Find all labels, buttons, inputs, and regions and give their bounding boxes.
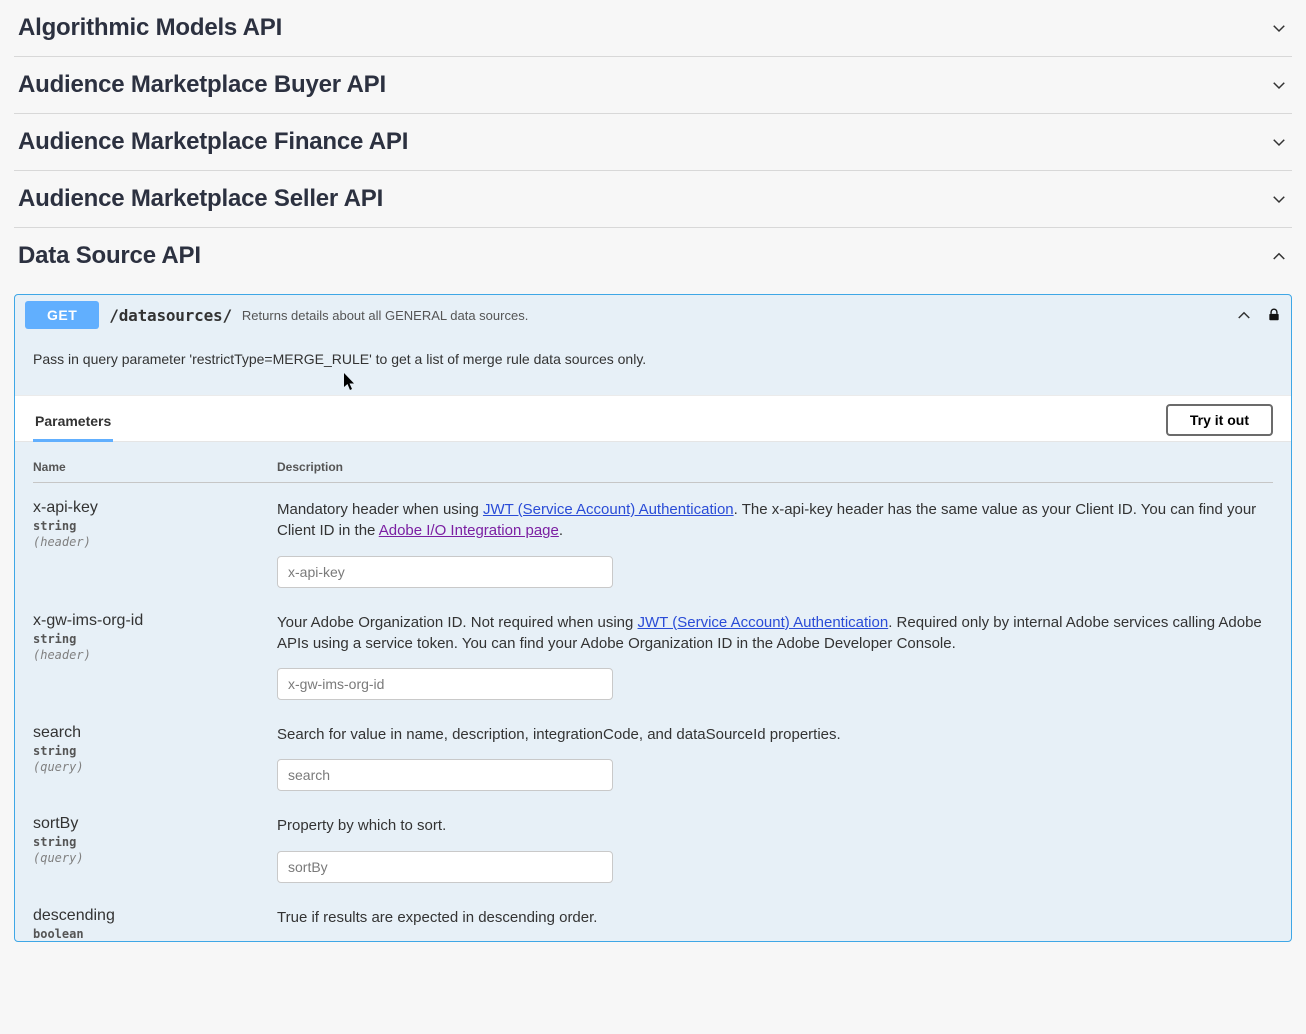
cursor-icon: [344, 373, 356, 392]
param-type: boolean: [33, 927, 277, 941]
sortby-input[interactable]: [277, 851, 613, 883]
x-gw-ims-org-id-input[interactable]: [277, 668, 613, 700]
param-description: True if results are expected in descendi…: [277, 907, 1273, 928]
section-algorithmic-models[interactable]: Algorithmic Models API: [14, 0, 1292, 57]
param-type: string: [33, 632, 277, 646]
chevron-down-icon: [1270, 76, 1288, 94]
param-description: Your Adobe Organization ID. Not required…: [277, 612, 1273, 655]
param-type: string: [33, 835, 277, 849]
operation-description: Pass in query parameter 'restrictType=ME…: [15, 335, 1291, 395]
section-marketplace-seller[interactable]: Audience Marketplace Seller API: [14, 171, 1292, 228]
operation-summary: Returns details about all GENERAL data s…: [242, 308, 528, 323]
param-location: (header): [33, 648, 277, 662]
jwt-auth-link[interactable]: JWT (Service Account) Authentication: [638, 614, 889, 631]
method-badge: GET: [25, 301, 99, 329]
param-location: (header): [33, 535, 277, 549]
section-title: Audience Marketplace Finance API: [18, 128, 408, 156]
operation-get-datasources: GET /datasources/ Returns details about …: [14, 294, 1292, 942]
section-marketplace-finance[interactable]: Audience Marketplace Finance API: [14, 114, 1292, 171]
chevron-down-icon: [1270, 19, 1288, 37]
section-title: Algorithmic Models API: [18, 14, 282, 42]
search-input[interactable]: [277, 759, 613, 791]
param-description: Property by which to sort.: [277, 815, 1273, 836]
try-it-out-button[interactable]: Try it out: [1166, 404, 1273, 436]
x-api-key-input[interactable]: [277, 556, 613, 588]
section-title: Audience Marketplace Buyer API: [18, 71, 386, 99]
param-description: Mandatory header when using JWT (Service…: [277, 499, 1273, 542]
param-name: descending: [33, 907, 277, 925]
section-title: Audience Marketplace Seller API: [18, 185, 383, 213]
chevron-up-icon: [1270, 247, 1288, 265]
param-row: x-gw-ims-org-id string (header) Your Ado…: [33, 596, 1273, 709]
chevron-down-icon: [1270, 190, 1288, 208]
lock-icon[interactable]: [1267, 308, 1281, 322]
param-row: sortBy string (query) Property by which …: [33, 799, 1273, 890]
param-name: x-gw-ims-org-id: [33, 612, 277, 630]
param-location: (query): [33, 760, 277, 774]
jwt-auth-link[interactable]: JWT (Service Account) Authentication: [483, 501, 734, 518]
section-marketplace-buyer[interactable]: Audience Marketplace Buyer API: [14, 57, 1292, 114]
adobe-io-integration-link[interactable]: Adobe I/O Integration page: [379, 522, 559, 539]
tab-parameters[interactable]: Parameters: [33, 403, 113, 442]
param-name: x-api-key: [33, 499, 277, 517]
col-header-description: Description: [277, 460, 1273, 474]
param-name: search: [33, 724, 277, 742]
param-description: Search for value in name, description, i…: [277, 724, 1273, 745]
param-location: (query): [33, 851, 277, 865]
section-title: Data Source API: [18, 242, 201, 270]
param-type: string: [33, 744, 277, 758]
col-header-name: Name: [33, 460, 277, 474]
chevron-down-icon: [1270, 133, 1288, 151]
section-data-source[interactable]: Data Source API: [14, 228, 1292, 284]
chevron-up-icon: [1235, 306, 1253, 324]
param-row: descending boolean True if results are e…: [33, 891, 1273, 941]
param-row: search string (query) Search for value i…: [33, 708, 1273, 799]
param-row: x-api-key string (header) Mandatory head…: [33, 483, 1273, 596]
operation-header[interactable]: GET /datasources/ Returns details about …: [15, 295, 1291, 335]
param-name: sortBy: [33, 815, 277, 833]
operation-path: /datasources/: [109, 306, 232, 325]
param-type: string: [33, 519, 277, 533]
